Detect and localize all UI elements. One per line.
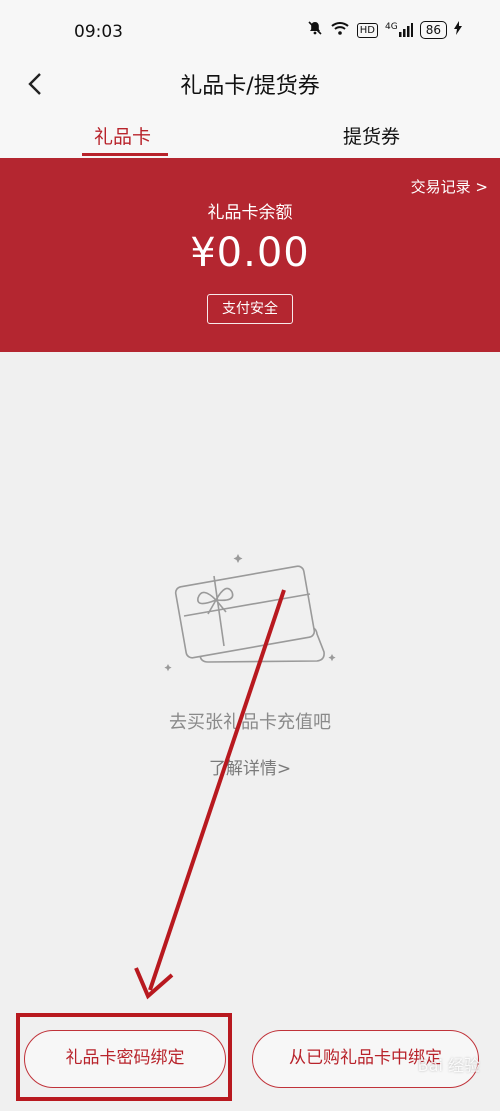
- balance-banner: 交易记录 > 礼品卡余额 ¥0.00 支付安全: [0, 158, 500, 352]
- hd-icon: HD: [356, 22, 379, 38]
- charging-icon: [454, 21, 462, 39]
- empty-state-message: 去买张礼品卡充值吧: [169, 712, 331, 733]
- tab-pickup-voucher[interactable]: 提货券: [343, 122, 400, 149]
- wifi-icon: [330, 20, 350, 40]
- status-icons: HD 4G 86: [307, 20, 462, 40]
- tab-bar: 礼品卡 提货券: [0, 108, 500, 158]
- mute-bell-icon: [307, 20, 323, 40]
- gift-card-illustration: [160, 548, 340, 678]
- annotation-highlight-box: [16, 1013, 232, 1101]
- watermark: Bai 经验: [417, 1056, 480, 1075]
- status-time: 09:03: [74, 22, 123, 42]
- page-title: 礼品卡/提货券: [180, 74, 320, 99]
- active-tab-indicator: [82, 153, 168, 156]
- tab-gift-card[interactable]: 礼品卡: [94, 122, 151, 149]
- transaction-history-link[interactable]: 交易记录 >: [411, 176, 488, 197]
- nav-bar: 礼品卡/提货券: [0, 60, 500, 108]
- payment-security-button[interactable]: 支付安全: [207, 294, 293, 324]
- balance-amount: ¥0.00: [190, 230, 310, 276]
- network-type-label: 4G: [385, 22, 398, 32]
- signal-icon: 4G: [385, 23, 413, 37]
- balance-label: 礼品卡余额: [207, 203, 293, 223]
- battery-indicator: 86: [419, 21, 447, 39]
- status-bar: 09:03 HD 4G 86: [0, 0, 500, 60]
- learn-more-link[interactable]: 了解详情>: [0, 754, 500, 779]
